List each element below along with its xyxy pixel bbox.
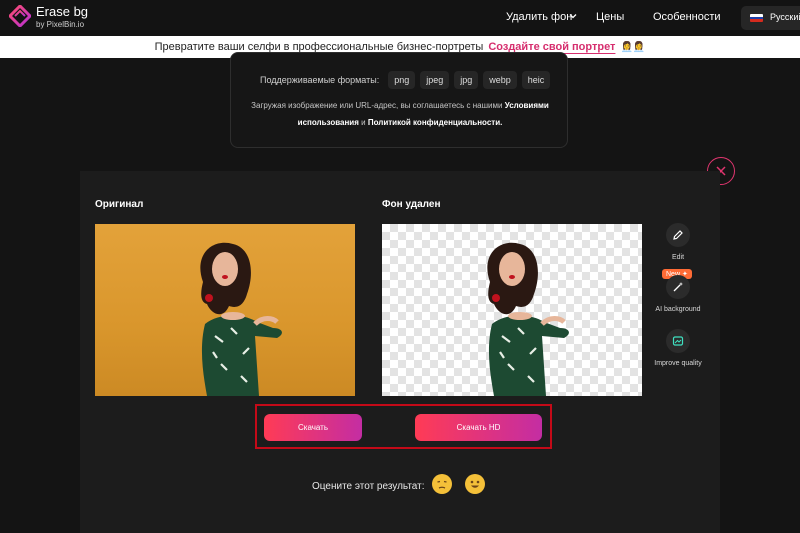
- edit-tool-button[interactable]: Edit: [648, 223, 708, 261]
- logo-subtitle: by PixelBin.io: [36, 20, 85, 29]
- pencil-icon: [666, 223, 690, 247]
- edit-tool-label: Edit: [671, 254, 685, 261]
- nav-remove-background[interactable]: Удалить фон: [506, 11, 572, 23]
- supported-formats: Поддерживаемые форматы: png jpeg jpg web…: [260, 71, 551, 89]
- original-label: Оригинал: [95, 199, 144, 210]
- russian-flag-icon: [750, 14, 763, 22]
- original-image: [95, 224, 355, 396]
- download-button[interactable]: Скачать: [264, 414, 362, 441]
- formats-label: Поддерживаемые форматы:: [260, 75, 380, 85]
- terms-and: и: [361, 118, 366, 127]
- upload-card: Поддерживаемые форматы: png jpeg jpg web…: [230, 52, 568, 148]
- woman-portrait-image: [200, 242, 282, 396]
- happy-face-rating-icon[interactable]: [465, 474, 485, 494]
- terms-notice: Загружая изображение или URL-адрес, вы с…: [241, 97, 559, 131]
- language-label: Русский: [770, 12, 800, 22]
- ai-background-label: AI background: [655, 306, 701, 313]
- format-chip-webp: webp: [483, 71, 517, 89]
- background-removed-label: Фон удален: [382, 199, 441, 210]
- nav-features[interactable]: Особенности: [653, 11, 721, 23]
- erase-bg-logo-icon[interactable]: [9, 5, 31, 27]
- businesswoman-emoji-icon: 👩‍💼👩‍💼: [620, 41, 646, 53]
- chevron-down-icon[interactable]: [568, 11, 578, 21]
- sad-face-rating-icon[interactable]: [432, 474, 452, 494]
- format-chip-jpeg: jpeg: [420, 71, 450, 89]
- format-chip-heic: heic: [521, 71, 551, 89]
- sparkle-image-icon: [666, 329, 690, 353]
- logo-title[interactable]: Erase bg: [36, 4, 88, 19]
- background-removed-image: [382, 224, 642, 396]
- language-selector[interactable]: Русский: [741, 6, 800, 30]
- improve-quality-label: Improve quality: [654, 360, 702, 367]
- format-chip-jpg: jpg: [454, 71, 479, 89]
- improve-quality-tool-button[interactable]: Improve quality: [648, 329, 708, 367]
- privacy-policy-link[interactable]: Политикой конфиденциальности.: [368, 118, 503, 127]
- nav-pricing[interactable]: Цены: [596, 11, 624, 23]
- rate-result-prompt: Оцените этот результат:: [312, 481, 425, 492]
- magic-wand-icon: [666, 275, 690, 299]
- woman-cutout-image: [487, 242, 569, 396]
- top-navigation-bar: Erase bg by PixelBin.io Удалить фон Цены…: [0, 0, 800, 36]
- ai-background-tool-button[interactable]: AI background: [648, 275, 708, 313]
- format-chip-png: png: [388, 71, 416, 89]
- terms-prefix: Загружая изображение или URL-адрес, вы с…: [251, 101, 503, 110]
- download-hd-button[interactable]: Скачать HD: [415, 414, 542, 441]
- result-panel: Оригинал Фон удален Edit AI background I…: [80, 171, 720, 533]
